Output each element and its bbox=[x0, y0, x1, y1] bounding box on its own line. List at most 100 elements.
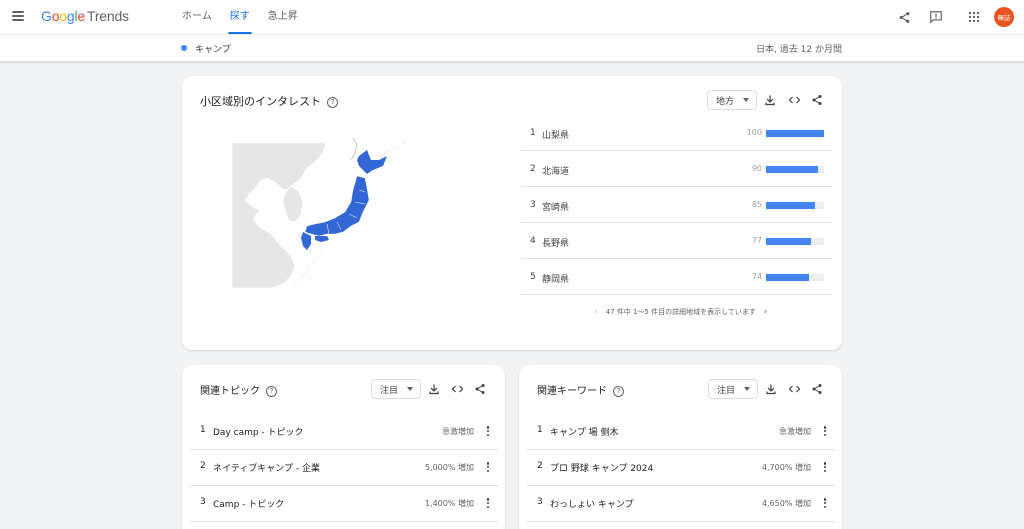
share-icon[interactable] bbox=[473, 382, 487, 396]
dropdown-value: 注目 bbox=[380, 385, 399, 396]
growth-value: 4,650% 増加 bbox=[761, 499, 811, 508]
region-name: 静岡県 bbox=[542, 275, 570, 285]
region-name: 宮崎県 bbox=[542, 203, 570, 213]
region-row[interactable]: 1 山梨県 100 bbox=[521, 115, 832, 151]
map-shikoku bbox=[315, 236, 329, 242]
growth-value: 5,000% 増加 bbox=[424, 463, 474, 472]
region-value: 85 bbox=[751, 200, 762, 209]
region-row[interactable]: 3 宮崎県 85 bbox=[521, 187, 832, 223]
embed-code-icon[interactable] bbox=[787, 93, 801, 107]
more-options-icon[interactable] bbox=[486, 424, 490, 438]
next-page-icon[interactable]: › bbox=[764, 307, 768, 317]
region-bar bbox=[766, 130, 824, 137]
list-item[interactable]: 1 キャンプ 場 侧木 急激増加 bbox=[527, 414, 835, 450]
row-rank: 2 bbox=[530, 164, 536, 174]
download-icon[interactable] bbox=[763, 93, 777, 107]
region-value: 74 bbox=[751, 272, 762, 281]
region-name: 山梨県 bbox=[542, 131, 570, 141]
map-kyushu bbox=[301, 232, 311, 250]
query-text: わっしょい キャンプ bbox=[550, 500, 634, 510]
region-bar bbox=[766, 166, 819, 173]
list-item[interactable]: 1 Day camp - トピック 急激増加 bbox=[190, 414, 498, 450]
bar-track bbox=[766, 274, 824, 281]
embed-code-icon[interactable] bbox=[450, 382, 464, 396]
topics-filter-dropdown[interactable]: 注目 bbox=[371, 379, 422, 399]
download-icon[interactable] bbox=[427, 382, 441, 396]
embed-code-icon[interactable] bbox=[787, 382, 801, 396]
dropdown-value: 注目 bbox=[717, 385, 736, 396]
share-icon[interactable] bbox=[810, 93, 824, 107]
bar-track bbox=[766, 166, 824, 173]
map-asia-land bbox=[231, 142, 327, 289]
map-honshu bbox=[304, 175, 370, 237]
google-trends-logo[interactable]: Google Trends bbox=[41, 8, 129, 24]
list-item[interactable]: 3 わっしょい キャンプ 4,650% 増加 bbox=[527, 486, 835, 522]
caret-down-icon bbox=[744, 387, 751, 391]
queries-filter-dropdown[interactable]: 注目 bbox=[708, 379, 759, 399]
topic-text: Camp - トピック bbox=[213, 500, 285, 510]
row-rank: 5 bbox=[530, 272, 536, 282]
query-text: キャンプ 場 侧木 bbox=[550, 428, 619, 438]
more-options-icon[interactable] bbox=[823, 460, 827, 474]
more-options-icon[interactable] bbox=[823, 496, 827, 510]
menu-icon[interactable] bbox=[12, 11, 24, 21]
search-term[interactable]: キャンプ bbox=[195, 42, 231, 55]
topic-text: ネイティブキャンプ - 企業 bbox=[213, 464, 320, 474]
nav-trending[interactable]: 急上昇 bbox=[260, 0, 306, 34]
region-value: 90 bbox=[751, 164, 762, 173]
queries-card-title-text: 関連キーワード bbox=[537, 386, 607, 397]
top-app-bar: Google Trends ホーム 探す 急上昇 暉誌 bbox=[0, 0, 1024, 34]
help-icon[interactable]: ? bbox=[327, 96, 338, 108]
bar-track bbox=[766, 238, 824, 245]
more-options-icon[interactable] bbox=[486, 460, 490, 474]
growth-value: 1,400% 増加 bbox=[424, 499, 474, 508]
region-value: 100 bbox=[746, 128, 762, 137]
card-title: 小区域別のインタレスト? bbox=[200, 93, 338, 109]
japan-map[interactable] bbox=[231, 130, 411, 290]
region-card-title-text: 小区域別のインタレスト bbox=[200, 95, 321, 108]
apps-grid-icon[interactable] bbox=[966, 9, 982, 25]
region-bar bbox=[766, 238, 811, 245]
term-color-dot bbox=[181, 45, 187, 51]
row-rank: 1 bbox=[537, 425, 543, 435]
region-row[interactable]: 2 北海道 90 bbox=[521, 151, 832, 187]
more-options-icon[interactable] bbox=[486, 496, 490, 510]
search-term-bar: キャンプ 日本, 過去 12 か月間 bbox=[0, 34, 1024, 62]
share-icon[interactable] bbox=[810, 382, 824, 396]
more-options-icon[interactable] bbox=[823, 424, 827, 438]
pager-text: 47 件中 1～5 件目の詳細地域を表示しています bbox=[605, 308, 756, 316]
caret-down-icon bbox=[407, 387, 414, 391]
region-row[interactable]: 4 長野県 77 bbox=[521, 223, 832, 259]
topic-text: Day camp - トピック bbox=[213, 428, 304, 438]
share-icon[interactable] bbox=[896, 9, 912, 25]
list-item[interactable]: 2 ネイティブキャンプ - 企業 5,000% 増加 bbox=[190, 450, 498, 486]
map-hokkaido bbox=[357, 150, 387, 174]
feedback-icon[interactable] bbox=[928, 9, 944, 25]
list-item[interactable]: 2 プロ 野球 キャンプ 2024 4,700% 増加 bbox=[527, 450, 835, 486]
logo-trends-text: Trends bbox=[87, 8, 129, 24]
prev-page-icon[interactable]: ‹ bbox=[594, 307, 598, 317]
help-icon[interactable]: ? bbox=[266, 385, 277, 397]
card-title: 関連トピック? bbox=[200, 382, 277, 397]
growth-value: 急激増加 bbox=[779, 427, 811, 436]
region-row[interactable]: 5 静岡県 74 bbox=[521, 259, 832, 295]
nav-home[interactable]: ホーム bbox=[174, 0, 220, 34]
resolution-dropdown[interactable]: 地方 bbox=[707, 90, 758, 110]
row-rank: 3 bbox=[537, 497, 543, 507]
region-name: 北海道 bbox=[542, 167, 570, 177]
query-text: プロ 野球 キャンプ 2024 bbox=[550, 464, 654, 474]
main-nav: ホーム 探す 急上昇 bbox=[174, 0, 308, 34]
card-title: 関連キーワード? bbox=[537, 382, 624, 397]
bar-track bbox=[766, 130, 824, 137]
row-rank: 2 bbox=[200, 461, 206, 471]
region-value: 77 bbox=[751, 236, 762, 245]
help-icon[interactable]: ? bbox=[613, 385, 624, 397]
account-avatar[interactable]: 暉誌 bbox=[994, 7, 1014, 27]
map-korea-land bbox=[282, 185, 304, 223]
nav-explore[interactable]: 探す bbox=[222, 0, 258, 34]
download-icon[interactable] bbox=[764, 382, 778, 396]
region-bar bbox=[766, 274, 809, 281]
list-item[interactable]: 3 Camp - トピック 1,400% 増加 bbox=[190, 486, 498, 522]
region-bar bbox=[766, 202, 816, 209]
row-rank: 2 bbox=[537, 461, 543, 471]
